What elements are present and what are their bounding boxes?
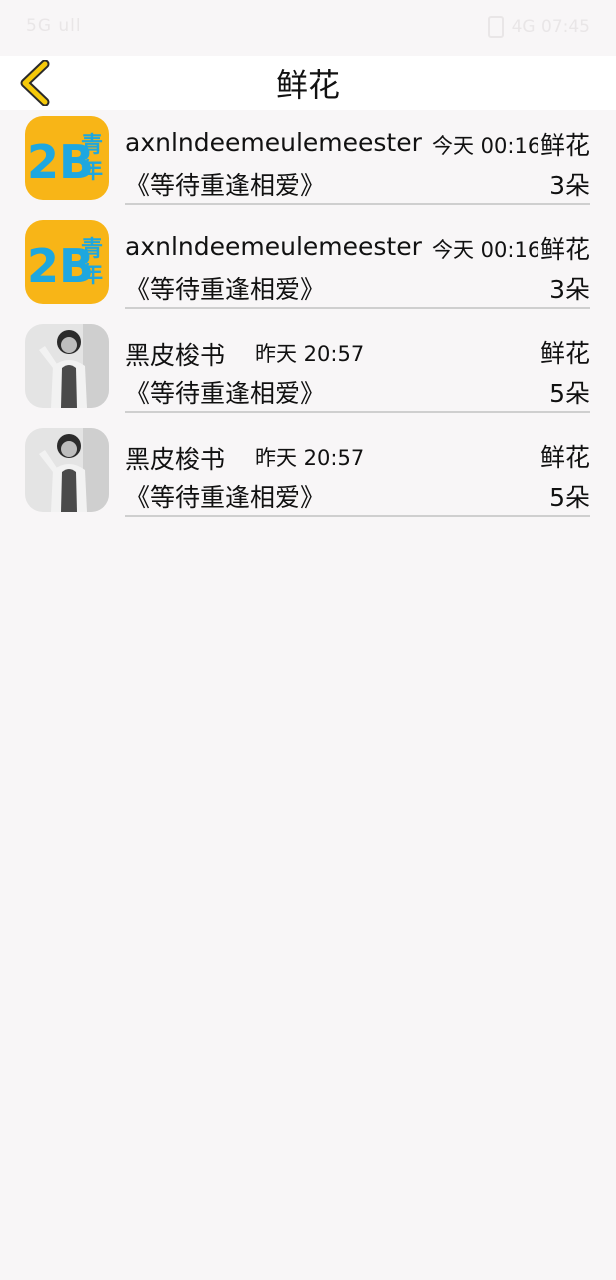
avatar — [25, 428, 109, 512]
person-photo-icon — [25, 428, 109, 512]
avatar — [25, 324, 109, 408]
book-title: 《等待重逢相爱》 — [125, 275, 326, 304]
svg-text:青: 青 — [81, 133, 103, 158]
logo-2b-youth-icon: 2B 青 年 — [25, 220, 109, 304]
gift-type: 鲜花 — [537, 438, 590, 474]
list-item-body: axnlndeemeulemeester 今天 00:16 鲜花 《等待重逢相爱… — [125, 110, 590, 205]
clock: 4G 07:45 — [511, 17, 590, 37]
svg-text:青: 青 — [81, 237, 103, 262]
status-bar: 5G ull 4G 07:45 — [0, 0, 616, 56]
sender-name: 黑皮梭书 — [125, 341, 226, 370]
list-item-body: 黑皮梭书 昨天 20:57 鲜花 《等待重逢相爱》 5朵 — [125, 422, 590, 517]
timestamp: 昨天 20:57 — [255, 342, 365, 366]
list-item-body: axnlndeemeulemeester 今天 00:16 鲜花 《等待重逢相爱… — [125, 214, 590, 309]
gift-count: 3朵 — [549, 275, 590, 304]
signal-indicator: 5G ull — [26, 16, 82, 36]
gift-count: 3朵 — [549, 171, 590, 200]
svg-text:年: 年 — [81, 262, 103, 288]
timestamp: 今天 00:16 — [432, 134, 542, 158]
list-item[interactable]: 黑皮梭书 昨天 20:57 鲜花 《等待重逢相爱》 5朵 — [0, 422, 616, 526]
header-bar: 鲜花 — [0, 56, 616, 110]
list-item[interactable]: 2B 青 年 axnlndeemeulemeester 今天 00:16 鲜花 … — [0, 214, 616, 318]
gift-type: 鲜花 — [537, 334, 590, 370]
gift-count: 5朵 — [549, 483, 590, 512]
sender-name: 黑皮梭书 — [125, 445, 226, 474]
timestamp: 昨天 20:57 — [255, 446, 365, 470]
gift-count: 5朵 — [549, 379, 590, 408]
gift-type: 鲜花 — [537, 126, 590, 162]
sender-name: axnlndeemeulemeester — [125, 128, 422, 157]
list-item[interactable]: 黑皮梭书 昨天 20:57 鲜花 《等待重逢相爱》 5朵 — [0, 318, 616, 422]
gift-list: 2B 青 年 axnlndeemeulemeester 今天 00:16 鲜花 … — [0, 110, 616, 526]
page-title: 鲜花 — [275, 66, 340, 104]
book-title: 《等待重逢相爱》 — [125, 379, 326, 408]
timestamp: 今天 00:16 — [432, 238, 542, 262]
status-right: 4G 07:45 — [487, 16, 590, 38]
avatar: 2B 青 年 — [25, 220, 109, 304]
list-item-body: 黑皮梭书 昨天 20:57 鲜花 《等待重逢相爱》 5朵 — [125, 318, 590, 413]
person-photo-icon — [25, 324, 109, 408]
avatar: 2B 青 年 — [25, 116, 109, 200]
list-item[interactable]: 2B 青 年 axnlndeemeulemeester 今天 00:16 鲜花 … — [0, 110, 616, 214]
vibrate-icon — [487, 16, 504, 38]
svg-text:年: 年 — [81, 158, 103, 184]
book-title: 《等待重逢相爱》 — [125, 171, 326, 200]
book-title: 《等待重逢相爱》 — [125, 483, 326, 512]
gift-type: 鲜花 — [537, 230, 590, 266]
logo-2b-youth-icon: 2B 青 年 — [25, 116, 109, 200]
sender-name: axnlndeemeulemeester — [125, 232, 422, 261]
